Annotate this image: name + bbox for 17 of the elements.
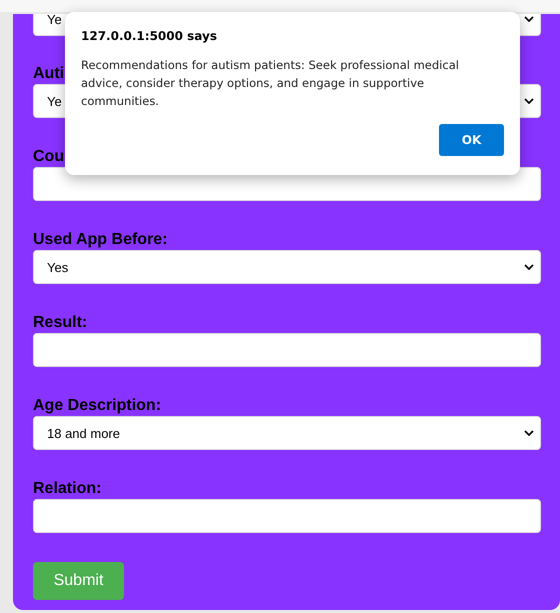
dialog-title: 127.0.0.1:5000 says: [81, 29, 218, 43]
dialog-message: Recommendations for autism patients: Seek professional medical advice, consider therapy options, and engage in supportive communities.: [81, 57, 460, 110]
field-label: Result:: [33, 313, 88, 333]
input-field[interactable]: [33, 499, 541, 533]
field-label: Age Description:: [33, 396, 162, 416]
chevron-down-icon: [524, 16, 534, 22]
dropdown[interactable]: 18 and more: [33, 416, 541, 450]
field-label: Auti: [33, 64, 64, 84]
field-label: Used App Before:: [33, 230, 168, 250]
field-label: Relation:: [33, 479, 102, 499]
chevron-down-icon: [524, 98, 534, 104]
field-label: Cou: [33, 147, 64, 167]
chevron-down-icon: [524, 264, 534, 270]
ok-button[interactable]: OK: [439, 124, 504, 156]
input-field[interactable]: [33, 333, 541, 367]
dropdown[interactable]: Yes: [33, 250, 541, 284]
chevron-down-icon: [524, 430, 534, 436]
